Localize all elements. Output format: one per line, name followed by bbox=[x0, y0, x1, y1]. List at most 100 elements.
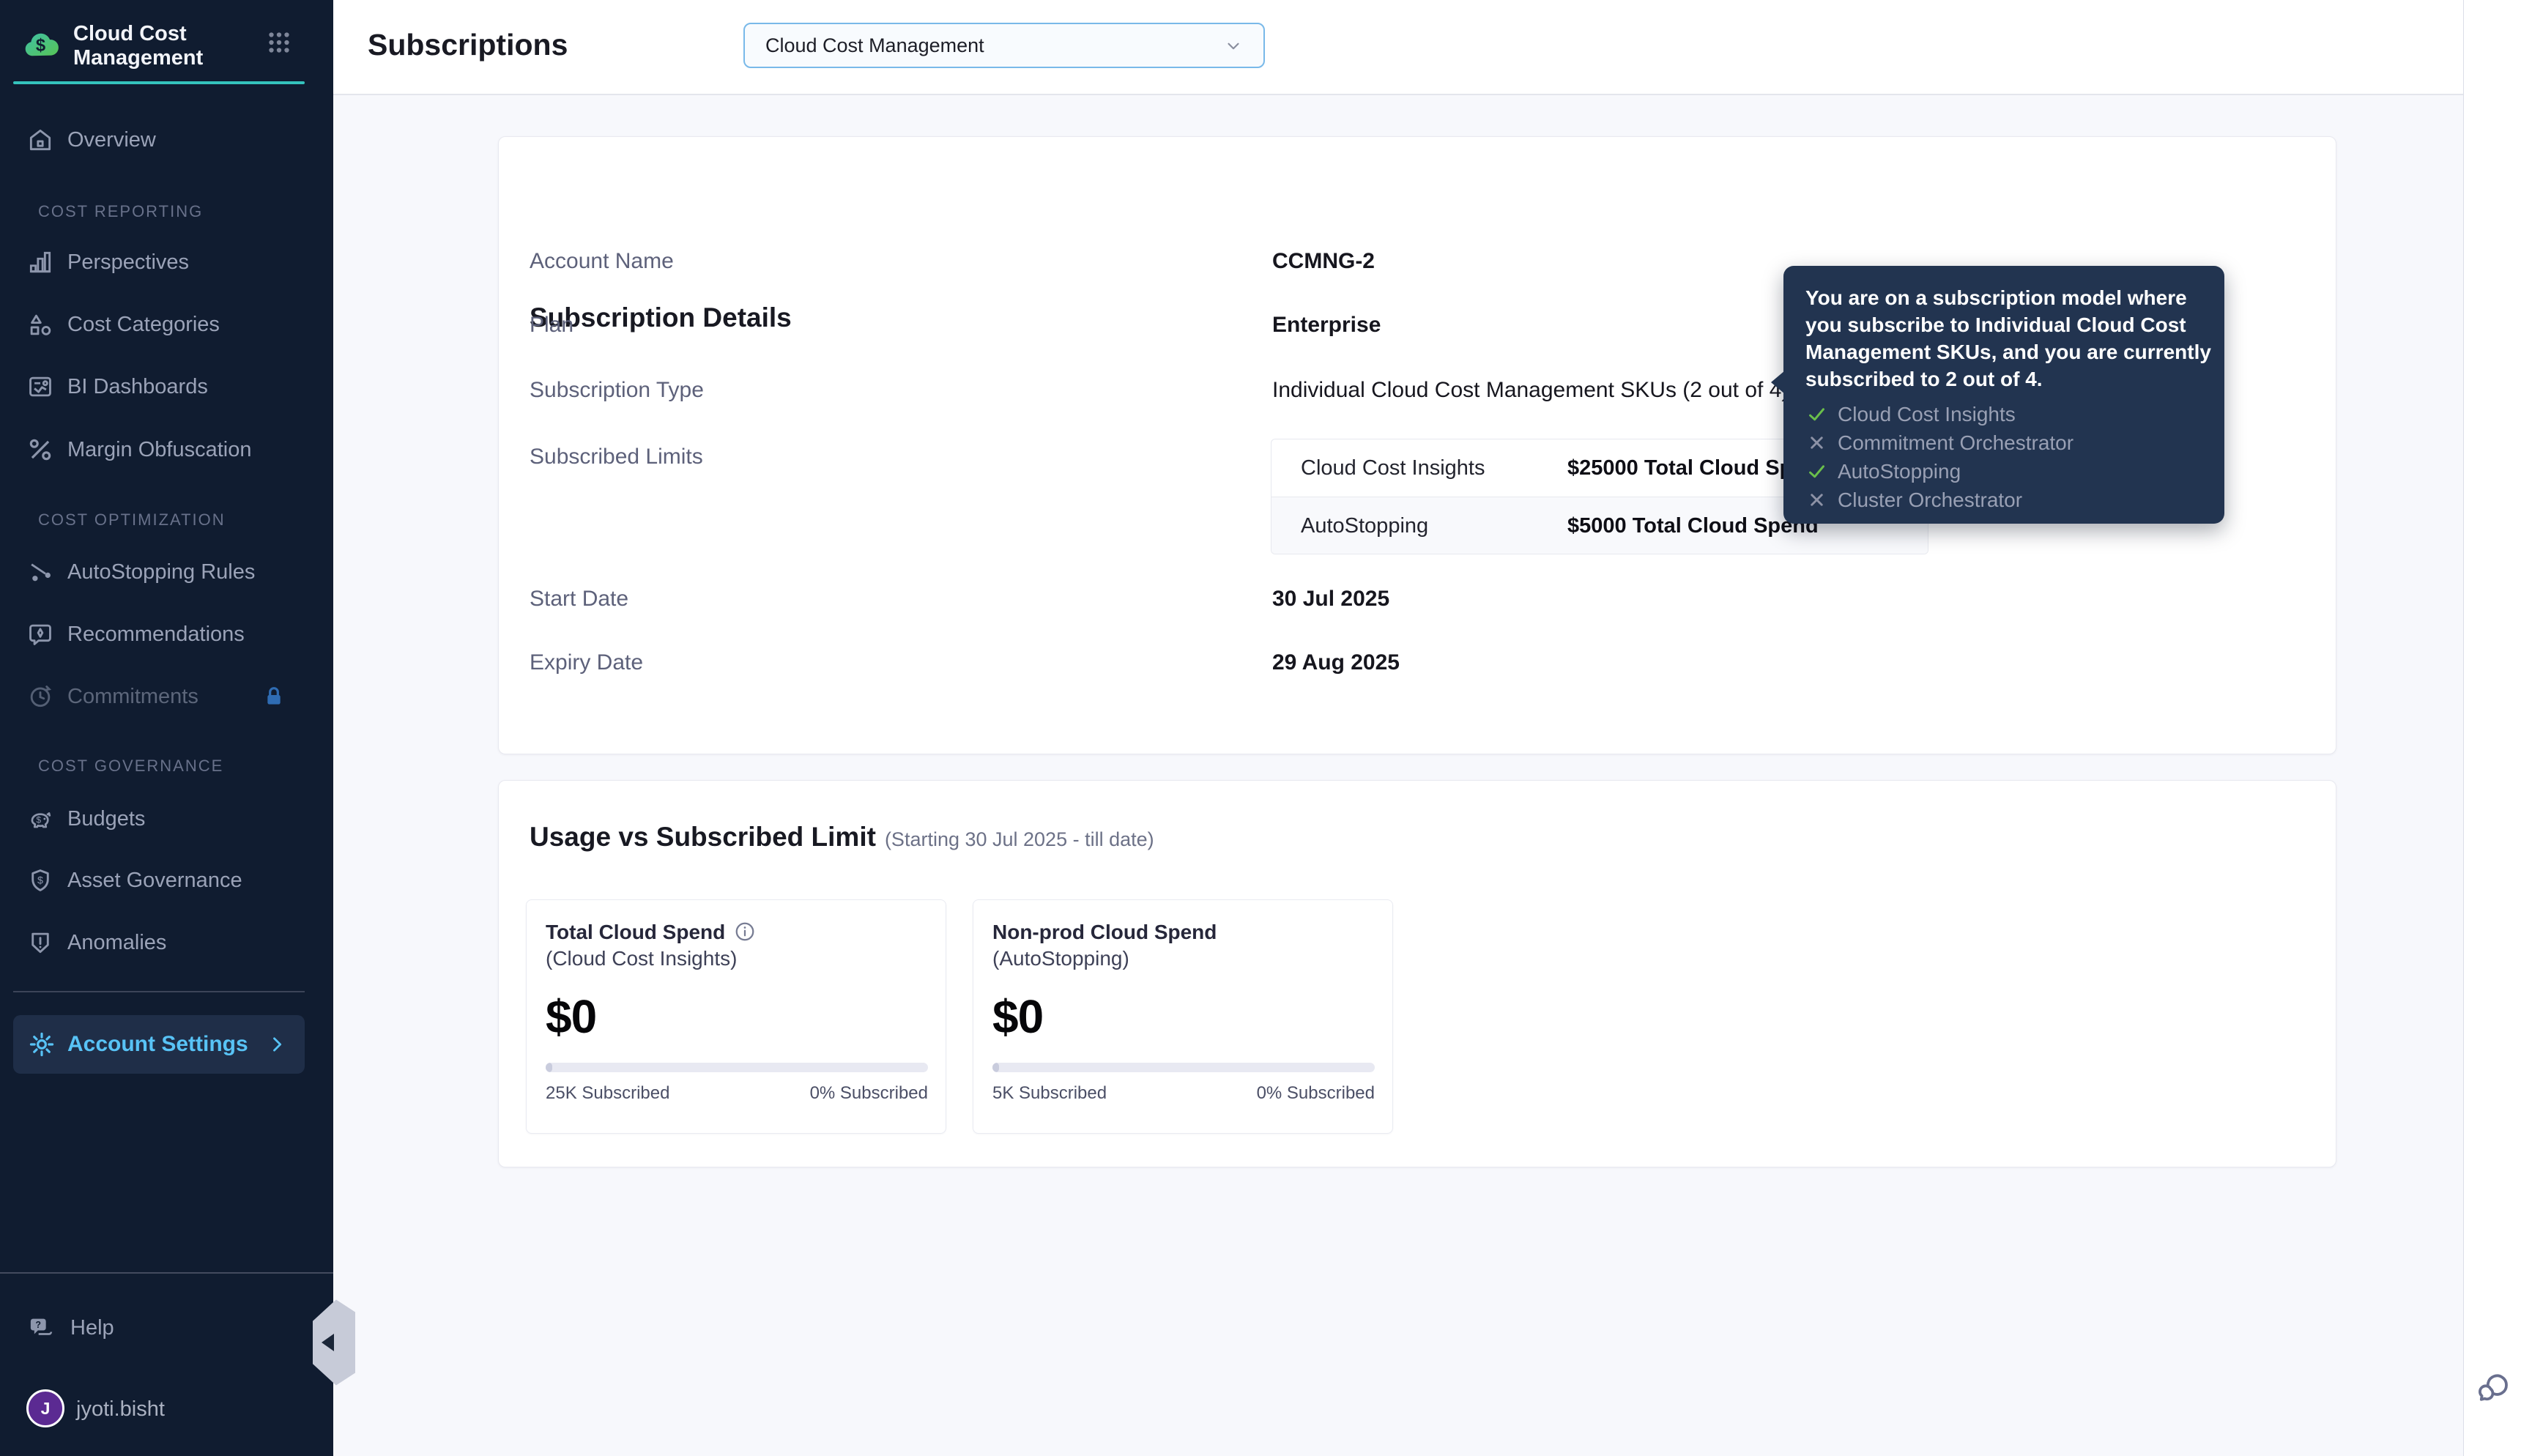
svg-text:?: ? bbox=[35, 1320, 41, 1330]
sidebar: $ Cloud Cost Management Overview COST RE… bbox=[0, 0, 333, 1456]
sidebar-item-account-settings[interactable]: Account Settings bbox=[13, 1015, 305, 1074]
tooltip-text: subscribed to 2 out of 4. bbox=[1805, 368, 2043, 390]
tooltip-text: You are on a subscription model where bbox=[1805, 286, 2187, 309]
start-date-label: Start Date bbox=[530, 587, 629, 611]
tooltip-text: Management SKUs, and you are currently bbox=[1805, 341, 2211, 363]
subscribed-limits-label: Subscribed Limits bbox=[530, 445, 703, 469]
sidebar-item-label: Cost Categories bbox=[67, 313, 220, 336]
chevron-right-icon bbox=[267, 1034, 287, 1055]
dashboard-image-icon bbox=[26, 373, 54, 401]
list-item: AutoStopping bbox=[1805, 457, 2202, 486]
info-icon[interactable] bbox=[734, 921, 756, 943]
sidebar-item-label: Asset Governance bbox=[67, 869, 242, 892]
sku-name: AutoStopping bbox=[1301, 514, 1429, 538]
collapse-arrow-icon bbox=[322, 1334, 334, 1351]
subscribed-amount-label: 5K Subscribed bbox=[992, 1083, 1107, 1103]
tooltip-text: you subscribe to Individual Cloud Cost bbox=[1805, 313, 2186, 336]
bar-chart-icon bbox=[26, 248, 54, 276]
sidebar-item-recommendations[interactable]: Recommendations bbox=[0, 611, 333, 658]
sidebar-item-label: Budgets bbox=[67, 807, 146, 831]
account-name-label: Account Name bbox=[530, 249, 674, 273]
sidebar-section-cost-reporting: COST REPORTING bbox=[38, 202, 204, 220]
sidebar-item-label: Overview bbox=[67, 128, 156, 152]
spend-amount: $0 bbox=[992, 990, 1044, 1043]
app-logo: $ Cloud Cost Management bbox=[21, 22, 313, 73]
sidebar-item-anomalies[interactable]: Anomalies bbox=[0, 919, 333, 966]
usage-progress-bar bbox=[992, 1063, 1375, 1072]
list-item: Cloud Cost Insights bbox=[1805, 400, 2202, 428]
sku-name: Cloud Cost Insights bbox=[1301, 456, 1485, 480]
check-icon bbox=[1807, 461, 1827, 481]
expiry-date-value: 29 Aug 2025 bbox=[1272, 650, 1400, 675]
sidebar-item-budgets[interactable]: $ Budgets bbox=[0, 795, 333, 842]
sidebar-item-overview[interactable]: Overview bbox=[0, 116, 333, 163]
tooltip-arrow bbox=[1771, 371, 1785, 394]
accent-underline bbox=[13, 81, 305, 84]
sidebar-section-cost-optimization: COST OPTIMIZATION bbox=[38, 510, 226, 529]
expiry-date-label: Expiry Date bbox=[530, 650, 644, 675]
card-title: Usage vs Subscribed Limit (Starting 30 Ju… bbox=[530, 822, 1154, 852]
sidebar-item-asset-governance[interactable]: $ Asset Governance bbox=[0, 857, 333, 904]
shield-dollar-icon: $ bbox=[26, 866, 54, 894]
autostopping-rule-icon bbox=[26, 558, 54, 586]
nonprod-cloud-spend-card: Non-prod Cloud Spend (AutoStopping) $0 5… bbox=[973, 899, 1393, 1134]
recommendation-bubble-icon bbox=[26, 620, 54, 648]
usage-progress-fill bbox=[546, 1063, 552, 1072]
spend-card-sku: (Cloud Cost Insights) bbox=[546, 947, 738, 970]
module-select[interactable]: Cloud Cost Management bbox=[743, 23, 1265, 68]
usage-vs-limit-card: Usage vs Subscribed Limit (Starting 30 Ju… bbox=[498, 780, 2336, 1167]
spend-card-title: Non-prod Cloud Spend bbox=[992, 921, 1217, 943]
usage-progress-bar bbox=[546, 1063, 928, 1072]
sidebar-divider bbox=[13, 991, 305, 992]
sku-limit: $5000 Total Cloud Spend bbox=[1567, 514, 1819, 538]
subscription-type-value: Individual Cloud Cost Management SKUs (2… bbox=[1272, 376, 1818, 405]
page-header: Subscriptions Cloud Cost Management bbox=[333, 0, 2463, 95]
sidebar-item-label: Commitments bbox=[67, 685, 198, 708]
sidebar-item-bi-dashboards[interactable]: BI Dashboards bbox=[0, 363, 333, 410]
module-select-value: Cloud Cost Management bbox=[765, 34, 984, 56]
percent-icon bbox=[26, 436, 54, 464]
sidebar-item-margin-obfuscation[interactable]: Margin Obfuscation bbox=[0, 426, 333, 473]
account-name-value: CCMNG-2 bbox=[1272, 249, 1375, 273]
subscribed-amount-label: 25K Subscribed bbox=[546, 1083, 670, 1103]
sidebar-item-label: Help bbox=[70, 1316, 114, 1340]
spend-card-title: Total Cloud Spend bbox=[546, 921, 756, 944]
sidebar-item-label: Anomalies bbox=[67, 931, 167, 954]
piggy-bank-icon: $ bbox=[26, 805, 54, 833]
subscription-type-label: Subscription Type bbox=[530, 378, 704, 402]
sidebar-section-cost-governance: COST GOVERNANCE bbox=[38, 757, 224, 775]
sidebar-item-label: AutoStopping Rules bbox=[67, 560, 256, 584]
x-icon bbox=[1807, 490, 1827, 510]
subscription-info-tooltip: You are on a subscription model where yo… bbox=[1771, 266, 2224, 524]
tooltip-sku-list: Cloud Cost Insights Commitment Orchestra… bbox=[1805, 400, 2202, 514]
app-grid-icon[interactable] bbox=[266, 29, 292, 56]
help-chat-icon: ? bbox=[26, 1314, 56, 1343]
user-menu[interactable]: J jyoti.bisht bbox=[0, 1386, 333, 1433]
usage-progress-fill bbox=[992, 1063, 999, 1072]
sidebar-item-help[interactable]: ? Help bbox=[0, 1304, 333, 1351]
spend-amount: $0 bbox=[546, 990, 597, 1043]
spend-card-footer: 5K Subscribed 0% Subscribed bbox=[992, 1080, 1375, 1107]
sidebar-item-perspectives[interactable]: Perspectives bbox=[0, 239, 333, 286]
sidebar-item-label: Account Settings bbox=[67, 1032, 248, 1056]
x-icon bbox=[1807, 433, 1827, 453]
spend-card-footer: 25K Subscribed 0% Subscribed bbox=[546, 1080, 928, 1107]
sidebar-item-label: Perspectives bbox=[67, 250, 190, 274]
subscribed-percent-label: 0% Subscribed bbox=[809, 1083, 928, 1103]
cloud-cost-logo-icon: $ bbox=[21, 25, 62, 63]
check-icon bbox=[1807, 404, 1827, 424]
total-cloud-spend-card: Total Cloud Spend (Cloud Cost Insights) … bbox=[526, 899, 946, 1134]
sidebar-item-label: BI Dashboards bbox=[67, 375, 208, 398]
lock-icon bbox=[262, 685, 286, 708]
svg-text:$: $ bbox=[36, 815, 41, 825]
chat-support-icon[interactable] bbox=[2476, 1371, 2511, 1406]
subscribed-percent-label: 0% Subscribed bbox=[1256, 1083, 1375, 1103]
plan-label: Plan bbox=[530, 313, 574, 337]
right-rail bbox=[2463, 0, 2521, 1456]
user-name: jyoti.bisht bbox=[76, 1397, 165, 1421]
sidebar-item-cost-categories[interactable]: Cost Categories bbox=[0, 301, 333, 348]
sidebar-item-autostopping-rules[interactable]: AutoStopping Rules bbox=[0, 549, 333, 595]
sidebar-item-label: Recommendations bbox=[67, 623, 245, 646]
plan-value: Enterprise bbox=[1272, 313, 1381, 337]
sidebar-divider bbox=[0, 1272, 333, 1274]
